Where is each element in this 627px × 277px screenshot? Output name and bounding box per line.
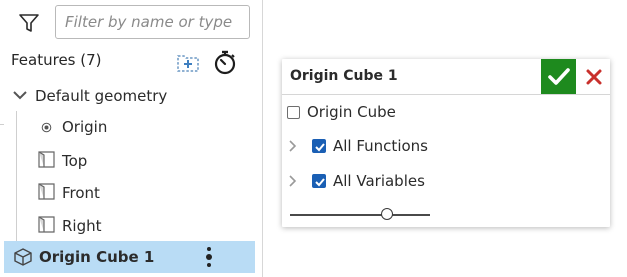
plane-icon: [38, 151, 55, 168]
tree-item-origin[interactable]: Origin: [41, 118, 107, 136]
plane-label: Front: [62, 184, 100, 202]
tree-guide-line: [16, 111, 17, 241]
origin-point-icon: [41, 122, 52, 133]
tree-item-origin-cube-selected[interactable]: Origin Cube 1: [4, 241, 255, 273]
origin-cube-label: Origin Cube: [307, 103, 396, 121]
plane-label: Top: [62, 152, 88, 170]
tree-item-right-plane[interactable]: Right: [37, 215, 102, 235]
origin-label: Origin: [62, 118, 108, 136]
all-variables-checkbox[interactable]: [312, 174, 326, 188]
feature-dialog: Origin Cube 1 Origin Cube All Functions: [282, 59, 610, 227]
filter-search-input[interactable]: [55, 5, 250, 39]
kebab-menu-icon[interactable]: [205, 245, 213, 269]
cube-icon: [14, 248, 32, 266]
features-heading: Features (7): [11, 51, 102, 69]
default-geometry-label: Default geometry: [35, 87, 168, 105]
tree-item-front-plane[interactable]: Front: [37, 182, 100, 202]
all-functions-checkbox[interactable]: [312, 139, 326, 153]
checkmark-icon: [548, 68, 570, 85]
checkmark-icon: [315, 178, 325, 187]
chevron-right-icon[interactable]: [287, 174, 297, 188]
checkmark-icon: [315, 143, 325, 152]
new-folder-icon[interactable]: [175, 50, 201, 74]
dialog-title: Origin Cube 1: [290, 68, 398, 84]
x-icon: [586, 69, 602, 85]
filter-funnel-icon[interactable]: [18, 12, 40, 34]
dialog-header: Origin Cube 1: [282, 59, 610, 95]
divider: [0, 124, 4, 125]
plane-label: Right: [62, 217, 102, 235]
origin-cube-checkbox-row[interactable]: Origin Cube: [287, 103, 396, 121]
all-functions-label: All Functions: [333, 137, 428, 155]
accept-button[interactable]: [541, 59, 576, 94]
plane-icon: [38, 216, 55, 233]
panel-divider: [262, 0, 263, 277]
plane-icon: [38, 183, 55, 200]
selected-feature-label: Origin Cube 1: [39, 248, 155, 266]
chevron-down-icon[interactable]: [11, 86, 29, 104]
slider[interactable]: [290, 207, 432, 221]
all-variables-label: All Variables: [333, 172, 425, 190]
all-variables-row[interactable]: All Variables: [287, 172, 425, 190]
tree-group-default-geometry[interactable]: Default geometry: [11, 86, 167, 105]
slider-thumb[interactable]: [380, 208, 393, 220]
all-functions-row[interactable]: All Functions: [287, 137, 428, 155]
chevron-right-icon[interactable]: [287, 139, 297, 153]
origin-cube-checkbox[interactable]: [287, 105, 300, 119]
stopwatch-icon[interactable]: [213, 49, 237, 75]
slider-track[interactable]: [290, 214, 430, 216]
cancel-button[interactable]: [578, 59, 610, 94]
feature-list-panel: [0, 0, 262, 277]
tree-item-top-plane[interactable]: Top: [37, 150, 87, 170]
